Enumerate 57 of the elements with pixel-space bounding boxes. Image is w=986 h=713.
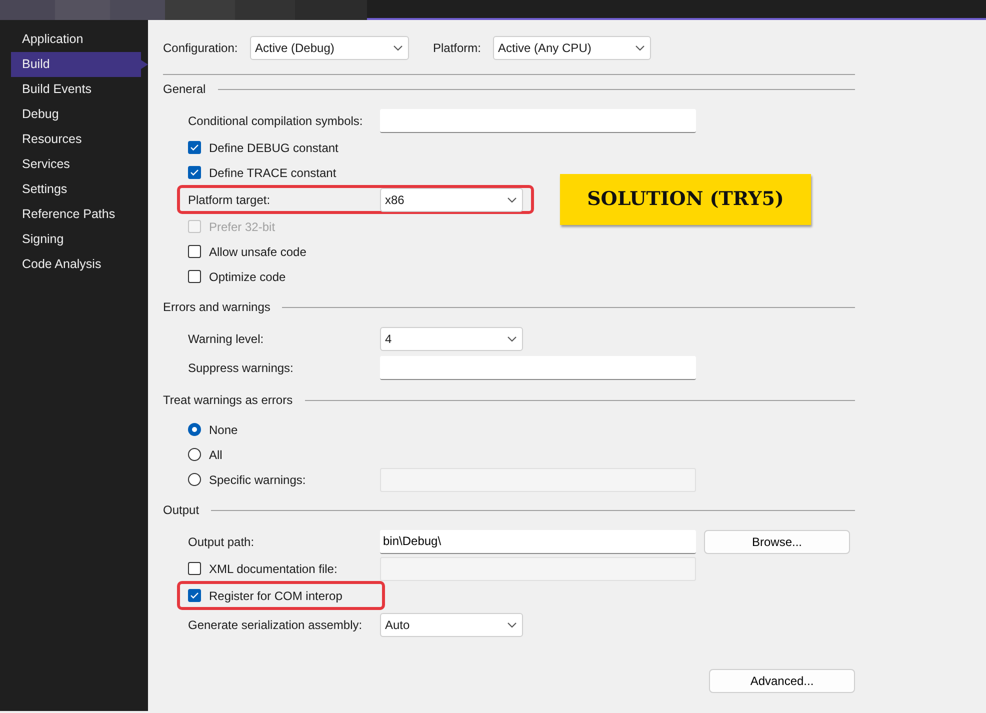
- field-label: Suppress warnings:: [188, 360, 294, 376]
- dropdown[interactable]: Active (Any CPU): [493, 36, 651, 60]
- checkbox-label: Define TRACE constant: [209, 164, 336, 182]
- field-label: Generate serialization assembly:: [188, 616, 364, 634]
- radio-button[interactable]: [188, 473, 201, 486]
- dropdown[interactable]: Auto: [380, 612, 523, 636]
- radio-label: Specific warnings:: [209, 472, 306, 488]
- dropdown[interactable]: x86: [380, 188, 523, 212]
- field-label: Configuration:: [163, 40, 239, 57]
- sidebar-item[interactable]: Build Events: [11, 77, 148, 102]
- checkbox-label: Allow unsafe code: [209, 244, 306, 260]
- field-label: Platform target:: [188, 192, 272, 208]
- section-heading: Errors and warnings: [163, 299, 270, 316]
- dropdown[interactable]: 4: [380, 326, 523, 350]
- checkbox-label: Prefer 32-bit: [209, 218, 276, 236]
- checkbox[interactable]: [188, 562, 201, 575]
- dropdown[interactable]: Active (Debug): [250, 36, 409, 60]
- field-label: Platform:: [433, 40, 482, 57]
- sidebar-item[interactable]: Debug: [11, 102, 148, 127]
- text-field[interactable]: [380, 108, 696, 132]
- checkbox-label: XML documentation file:: [209, 560, 338, 578]
- field-label: Output path:: [188, 534, 256, 550]
- checkbox[interactable]: [188, 166, 201, 179]
- checkbox[interactable]: [188, 141, 201, 154]
- chevron-down-icon: [393, 45, 403, 51]
- chevron-down-icon: [635, 45, 645, 51]
- checkbox[interactable]: [188, 245, 201, 258]
- sidebar-item[interactable]: Services: [11, 152, 148, 177]
- radio-label: All: [209, 446, 222, 464]
- radio-label: None: [209, 422, 238, 438]
- sidebar-item[interactable]: Reference Paths: [11, 202, 148, 227]
- section-heading: Output: [163, 502, 200, 519]
- chevron-down-icon: [507, 622, 517, 628]
- radio-button[interactable]: [188, 423, 201, 436]
- chevron-down-icon: [507, 336, 517, 342]
- text-field[interactable]: bin\Debug\: [380, 530, 696, 554]
- checkbox[interactable]: [188, 270, 201, 283]
- field-label: Warning level:: [188, 330, 265, 348]
- sidebar-item[interactable]: Resources: [11, 127, 148, 152]
- sidebar-item[interactable]: Code Analysis: [11, 252, 148, 277]
- annotation-label: SOLUTION (TRY5): [560, 174, 811, 225]
- checkbox-label: Register for COM interop: [209, 588, 342, 604]
- checkbox[interactable]: [188, 589, 201, 602]
- advanced-button[interactable]: Advanced...: [709, 669, 855, 693]
- checkbox-label: Define DEBUG constant: [209, 140, 338, 156]
- sidebar-item[interactable]: Application: [11, 27, 148, 52]
- chevron-down-icon: [507, 196, 517, 202]
- text-field[interactable]: [380, 356, 696, 380]
- browse-button[interactable]: Browse...: [704, 530, 850, 554]
- sidebar-item[interactable]: Build: [11, 52, 148, 77]
- field-label: Conditional compilation symbols:: [188, 112, 364, 130]
- section-heading: General: [163, 81, 206, 98]
- sidebar-item[interactable]: Settings: [11, 177, 148, 202]
- sidebar-item[interactable]: Signing: [11, 227, 148, 252]
- section-heading: Treat warnings as errors: [163, 392, 293, 409]
- checkbox-label: Optimize code: [209, 268, 286, 286]
- radio-button[interactable]: [188, 448, 201, 461]
